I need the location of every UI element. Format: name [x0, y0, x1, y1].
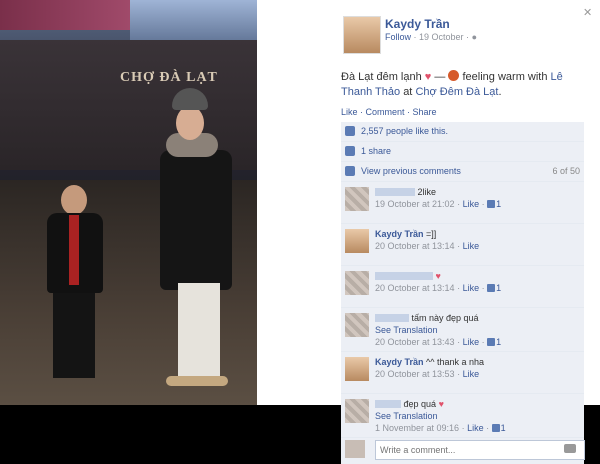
like-thumb-icon: [487, 200, 496, 208]
comment-text: =]]: [426, 229, 437, 239]
comment-time[interactable]: 20 October at 13:14: [375, 241, 455, 251]
post-actions[interactable]: Like · Comment · Share: [341, 107, 437, 117]
view-previous-row[interactable]: View previous comments 6 of 50: [341, 162, 584, 182]
comment-meta: 20 October at 13:43 · Like · 1: [375, 337, 502, 347]
comment-count: 6 of 50: [552, 166, 580, 176]
at-word: at: [403, 86, 413, 98]
comment-meta: 19 October at 21:02 · Like · 1: [375, 199, 502, 209]
comment-input[interactable]: [375, 440, 585, 460]
post-text: Đà Lạt đêm lạnh ♥ — feeling warm with Lê…: [341, 70, 563, 98]
comment-time[interactable]: 19 October at 21:02: [375, 199, 455, 209]
comment-meta: 20 October at 13:14 · Like · 1: [375, 283, 502, 293]
comment-item: Kaydy Trần ^^ thank a nha 20 October at …: [341, 352, 584, 394]
commenter-name[interactable]: Kaydy Trần: [375, 357, 424, 367]
view-previous-link[interactable]: View previous comments: [361, 166, 461, 176]
post-date[interactable]: · 19 October ·: [414, 32, 470, 42]
comment-item: tấm này đẹp quá See Translation 20 Octob…: [341, 308, 584, 352]
comment-like-link[interactable]: Like: [463, 241, 480, 251]
commenter-avatar[interactable]: [345, 187, 369, 211]
ufi-panel: 2,557 people like this. 1 share View pre…: [341, 122, 585, 464]
comment-like-count[interactable]: 1: [496, 199, 501, 209]
viewer-avatar: [345, 440, 365, 458]
place-link[interactable]: Chợ Đêm Đà Lạt: [415, 86, 498, 98]
comment-like-count[interactable]: 1: [496, 283, 501, 293]
market-sign: CHỢ ĐÀ LẠT: [120, 70, 218, 85]
see-translation-link[interactable]: See Translation: [375, 325, 438, 335]
comment-icon: [345, 166, 355, 176]
comment-item: ♥ 20 October at 13:14 · Like · 1: [341, 266, 584, 308]
globe-icon: ●: [471, 32, 478, 42]
comment-time[interactable]: 20 October at 13:53: [375, 369, 455, 379]
comment-like-link[interactable]: Like: [467, 423, 484, 433]
heart-icon: ♥: [435, 271, 441, 281]
comment-like-link[interactable]: Like: [463, 337, 480, 347]
commenter-avatar[interactable]: [345, 357, 369, 381]
comment-time[interactable]: 1 November at 09:16: [375, 423, 459, 433]
comment-like-count[interactable]: 1: [496, 337, 501, 347]
feeling-emoji-icon: [448, 70, 460, 81]
comment-item: Kaydy Trần =]] 20 October at 13:14 · Lik…: [341, 224, 584, 266]
share-icon: [345, 146, 355, 156]
post-text-dash: —: [434, 71, 449, 83]
comment-item: đẹp quá ♥ See Translation 1 November at …: [341, 394, 584, 438]
like-thumb-icon: [487, 338, 496, 346]
heart-icon: ♥: [438, 399, 444, 409]
commenter-name-redacted: [375, 400, 401, 408]
like-thumb-icon: [491, 424, 500, 432]
shares-row[interactable]: 1 share: [341, 142, 584, 162]
commenter-avatar[interactable]: [345, 399, 369, 423]
comment-time[interactable]: 20 October at 13:43: [375, 337, 455, 347]
post-feeling: feeling warm with: [462, 71, 548, 83]
billboard: [0, 0, 130, 30]
comment-item: 2like 19 October at 21:02 · Like · 1: [341, 182, 584, 224]
commenter-avatar[interactable]: [345, 313, 369, 337]
comment-text: tấm này đẹp quá: [411, 313, 479, 323]
post-text-main: Đà Lạt đêm lạnh: [341, 71, 422, 83]
commenter-name-redacted: [375, 314, 409, 322]
like-thumb-icon: [487, 284, 496, 292]
person-left: [45, 185, 105, 395]
follow-link[interactable]: Follow: [385, 32, 411, 42]
like-thumb-icon: [345, 126, 355, 136]
comment-like-link[interactable]: Like: [463, 283, 480, 293]
author-avatar[interactable]: [343, 16, 381, 54]
commenter-name[interactable]: Kaydy Trần: [375, 229, 424, 239]
commenter-name-redacted: [375, 188, 415, 196]
comment-meta: 20 October at 13:53 · Like: [375, 369, 480, 379]
post-meta: Follow · 19 October · ●: [385, 32, 477, 42]
likes-row[interactable]: 2,557 people like this.: [341, 122, 584, 142]
post-photo[interactable]: CHỢ ĐÀ LẠT: [0, 0, 257, 405]
comment-text: ^^ thank a nha: [426, 357, 485, 367]
shares-count[interactable]: 1 share: [361, 146, 391, 156]
comment-time[interactable]: 20 October at 13:14: [375, 283, 455, 293]
heart-icon: ♥: [424, 71, 432, 83]
comment-meta: 20 October at 13:14 · Like: [375, 241, 480, 251]
comment-text: đẹp quá: [403, 399, 437, 409]
see-translation-link[interactable]: See Translation: [375, 411, 438, 421]
comment-like-link[interactable]: Like: [463, 369, 480, 379]
commenter-avatar[interactable]: [345, 271, 369, 295]
person-right: [160, 88, 240, 398]
comment-text: 2like: [417, 187, 437, 197]
close-icon[interactable]: ✕: [583, 6, 592, 19]
author-name[interactable]: Kaydy Trần: [385, 17, 450, 31]
comment-like-link[interactable]: Like: [463, 199, 480, 209]
comment-like-count[interactable]: 1: [501, 423, 506, 433]
commenter-name-redacted: [375, 272, 433, 280]
camera-icon[interactable]: [564, 444, 576, 453]
comment-meta: 1 November at 09:16 · Like · 1: [375, 423, 506, 433]
commenter-avatar[interactable]: [345, 229, 369, 253]
likes-count[interactable]: 2,557 people like this.: [361, 126, 448, 136]
comment-composer: [341, 438, 585, 464]
